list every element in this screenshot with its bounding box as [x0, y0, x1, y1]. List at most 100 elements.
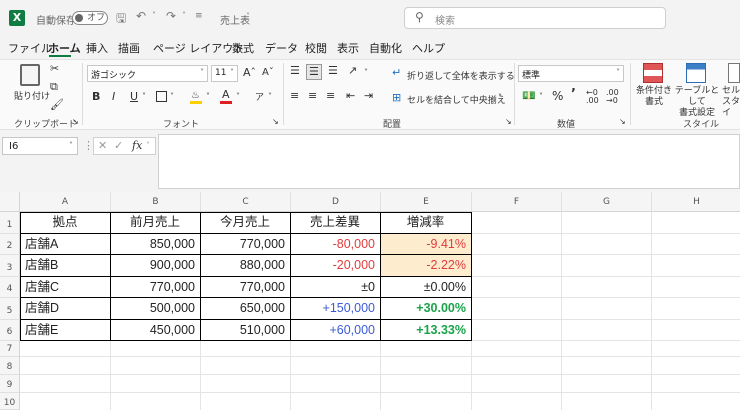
increase-indent-icon[interactable]: ⇥ [364, 89, 373, 103]
italic-button[interactable]: I [112, 90, 115, 104]
paste-icon[interactable] [20, 64, 40, 86]
row-header-8[interactable]: 8 [0, 357, 20, 375]
phonetic-icon[interactable]: ア [255, 90, 264, 103]
column-header-c[interactable]: C [201, 192, 291, 212]
font-size-select[interactable]: 11 ˅ [211, 65, 238, 82]
tab-file[interactable]: ファイル [8, 40, 52, 56]
conditional-formatting-button[interactable]: 条件付き 書式 [636, 86, 672, 108]
tab-page-layout[interactable]: ページ レイアウト [153, 40, 244, 56]
percent-style-icon[interactable]: % [552, 89, 563, 103]
cell-this-month-sales[interactable]: 510,000 [200, 320, 291, 341]
cell-store[interactable]: 店舗C [20, 277, 111, 298]
table-header-sales-diff[interactable]: 売上差異 [290, 212, 381, 234]
row-header-6[interactable]: 6 [0, 320, 20, 341]
row-header-5[interactable]: 5 [0, 298, 20, 320]
row-header-4[interactable]: 4 [0, 277, 20, 298]
table-header-this-month-sales[interactable]: 今月売上 [200, 212, 291, 234]
format-painter-icon[interactable]: 🖌 [50, 98, 64, 112]
column-header-b[interactable]: B [111, 192, 201, 212]
borders-dropdown-icon[interactable]: ˅ [170, 92, 174, 101]
row-header-1[interactable]: 1 [0, 212, 20, 234]
merge-center-icon[interactable]: ⊞ [392, 91, 401, 105]
cell-sales-diff[interactable]: +60,000 [290, 320, 381, 341]
tab-formulas[interactable]: 数式 [232, 40, 254, 56]
cell-last-month-sales[interactable]: 770,000 [110, 277, 201, 298]
format-as-table-button[interactable]: テーブルとして 書式設定 [672, 86, 722, 119]
alignment-launcher-icon[interactable]: ↘ [505, 117, 512, 126]
cell-this-month-sales[interactable]: 650,000 [200, 298, 291, 320]
enter-icon[interactable]: ✓ [114, 139, 123, 152]
cell-sales-diff[interactable]: -80,000 [290, 234, 381, 255]
column-header-g[interactable]: G [562, 192, 652, 212]
align-bottom-icon[interactable]: ☰ [328, 64, 338, 78]
save-icon[interactable]: 🖫 [116, 9, 126, 30]
align-left-icon[interactable]: ≡ [290, 89, 299, 103]
cut-icon[interactable]: ✂ [50, 62, 59, 76]
paste-button[interactable]: 貼り付け [14, 89, 50, 102]
tab-review[interactable]: 校閲 [305, 40, 327, 56]
cell-sales-diff[interactable]: +150,000 [290, 298, 381, 320]
number-launcher-icon[interactable]: ↘ [619, 117, 626, 126]
decrease-decimal-icon[interactable]: .00 →0 [606, 89, 619, 105]
borders-icon[interactable] [156, 91, 167, 102]
formula-input[interactable] [158, 134, 740, 189]
column-header-e[interactable]: E [381, 192, 472, 212]
cell-store[interactable]: 店舗E [20, 320, 111, 341]
cancel-icon[interactable]: ✕ [98, 139, 107, 152]
file-name-dropdown-icon[interactable]: ˅ [246, 12, 250, 21]
font-color-dropdown-icon[interactable]: ˅ [236, 92, 240, 101]
customize-toolbar-icon[interactable]: ≡ [195, 11, 203, 21]
bold-button[interactable]: B [92, 90, 100, 104]
cell-styles-icon[interactable] [728, 63, 740, 83]
underline-dropdown-icon[interactable]: ˅ [142, 92, 146, 101]
row-header-7[interactable]: 7 [0, 341, 20, 357]
cell-change-rate[interactable]: -2.22% [380, 255, 472, 277]
conditional-formatting-icon[interactable] [643, 63, 663, 83]
decrease-indent-icon[interactable]: ⇤ [346, 89, 355, 103]
name-box[interactable]: I6 ˅ [2, 137, 78, 155]
orientation-icon[interactable]: ↗ [348, 64, 357, 78]
redo-icon[interactable]: ↷ [166, 9, 176, 23]
column-header-f[interactable]: F [472, 192, 562, 212]
comma-style-icon[interactable]: ’ [571, 88, 576, 102]
column-header-d[interactable]: D [291, 192, 381, 212]
row-header-3[interactable]: 3 [0, 255, 20, 277]
merge-dropdown-icon[interactable]: ˅ [498, 93, 502, 102]
table-header-store[interactable]: 拠点 [20, 212, 111, 234]
font-color-icon[interactable]: A [220, 88, 232, 104]
accounting-dropdown-icon[interactable]: ˅ [539, 92, 543, 101]
clipboard-launcher-icon[interactable]: ↘ [72, 117, 79, 126]
tab-view[interactable]: 表示 [337, 40, 359, 56]
wrap-text-icon[interactable]: ↵ [392, 66, 401, 80]
search-box[interactable]: ⚲ 検索 [404, 7, 666, 29]
tab-home[interactable]: ホーム [48, 40, 81, 56]
insert-function-icon[interactable]: fx [132, 139, 142, 152]
cell-last-month-sales[interactable]: 500,000 [110, 298, 201, 320]
cell-this-month-sales[interactable]: 770,000 [200, 277, 291, 298]
font-launcher-icon[interactable]: ↘ [272, 117, 279, 126]
format-as-table-icon[interactable] [686, 63, 706, 83]
row-header-10[interactable]: 10 [0, 393, 20, 410]
align-right-icon[interactable]: ≡ [326, 89, 335, 103]
undo-dropdown-icon[interactable]: ˅ [152, 11, 156, 20]
cell-store[interactable]: 店舗A [20, 234, 111, 255]
cell-this-month-sales[interactable]: 770,000 [200, 234, 291, 255]
cell-store[interactable]: 店舗B [20, 255, 111, 277]
orientation-dropdown-icon[interactable]: ˅ [364, 68, 368, 77]
tab-automate[interactable]: 自動化 [369, 40, 402, 56]
cell-store[interactable]: 店舗D [20, 298, 111, 320]
redo-dropdown-icon[interactable]: ˅ [182, 11, 186, 20]
tab-draw[interactable]: 描画 [118, 40, 140, 56]
underline-button[interactable]: U [130, 90, 138, 104]
align-top-icon[interactable]: ☰ [290, 64, 300, 78]
cell-change-rate[interactable]: +30.00% [380, 298, 472, 320]
cell-sales-diff[interactable]: ±0 [290, 277, 381, 298]
row-header-9[interactable]: 9 [0, 375, 20, 393]
align-middle-icon[interactable]: ☰ [306, 64, 322, 80]
increase-font-icon[interactable]: Aˆ [243, 66, 256, 80]
tab-help[interactable]: ヘルプ [412, 40, 445, 56]
cell-this-month-sales[interactable]: 880,000 [200, 255, 291, 277]
number-format-select[interactable]: 標準 ˅ [518, 65, 624, 82]
column-header-a[interactable]: A [20, 192, 111, 212]
chevron-down-icon[interactable]: ˅ [146, 141, 150, 150]
